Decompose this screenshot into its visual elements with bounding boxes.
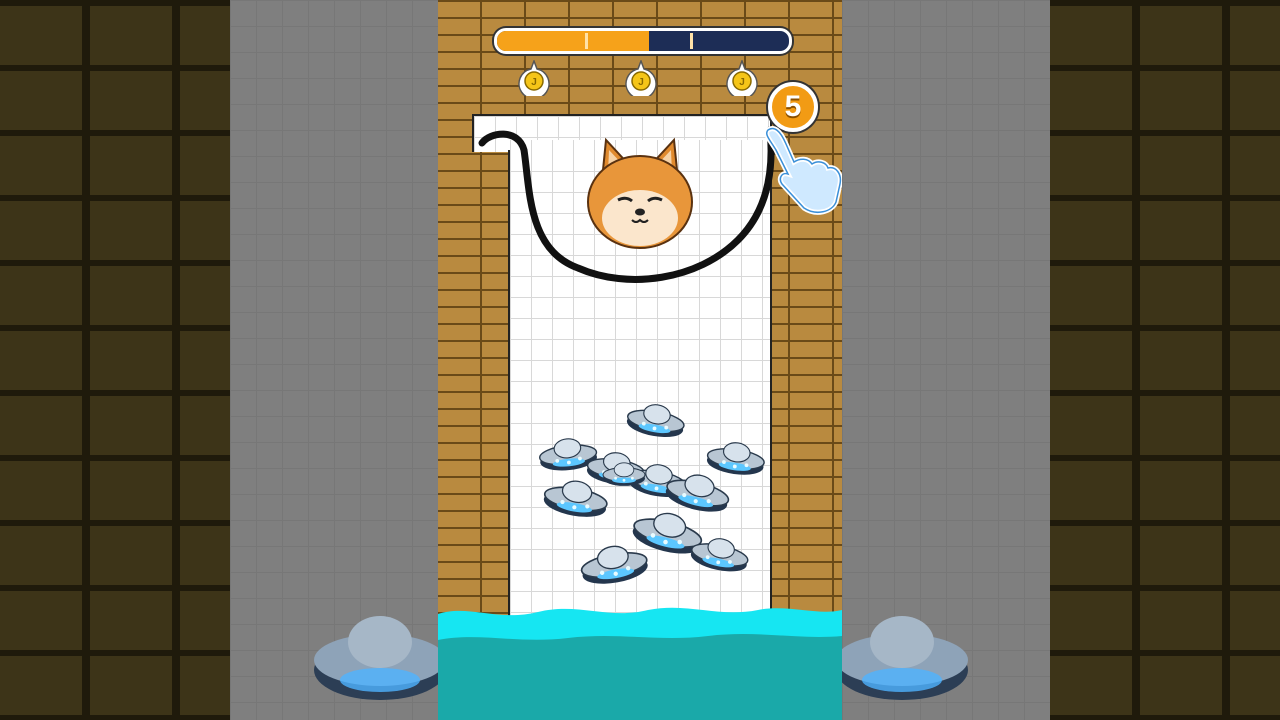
ufo-icon <box>624 399 688 442</box>
game-viewport[interactable]: J J J 5 <box>438 0 842 720</box>
left-blur-panel <box>0 0 438 720</box>
ufo-swarm <box>537 399 768 589</box>
ufo-icon <box>541 475 611 522</box>
brick-wall-bg <box>0 0 230 720</box>
ufo-icon <box>704 438 768 479</box>
ufo-icon <box>842 616 968 700</box>
shiba-dog-character <box>587 137 693 249</box>
ufo-icon <box>314 616 438 700</box>
ufo-icon <box>577 540 651 589</box>
water <box>438 607 842 720</box>
pointer-hand-icon <box>764 126 842 215</box>
brick-wall-bg <box>1050 0 1280 720</box>
right-blur-panel <box>842 0 1280 720</box>
